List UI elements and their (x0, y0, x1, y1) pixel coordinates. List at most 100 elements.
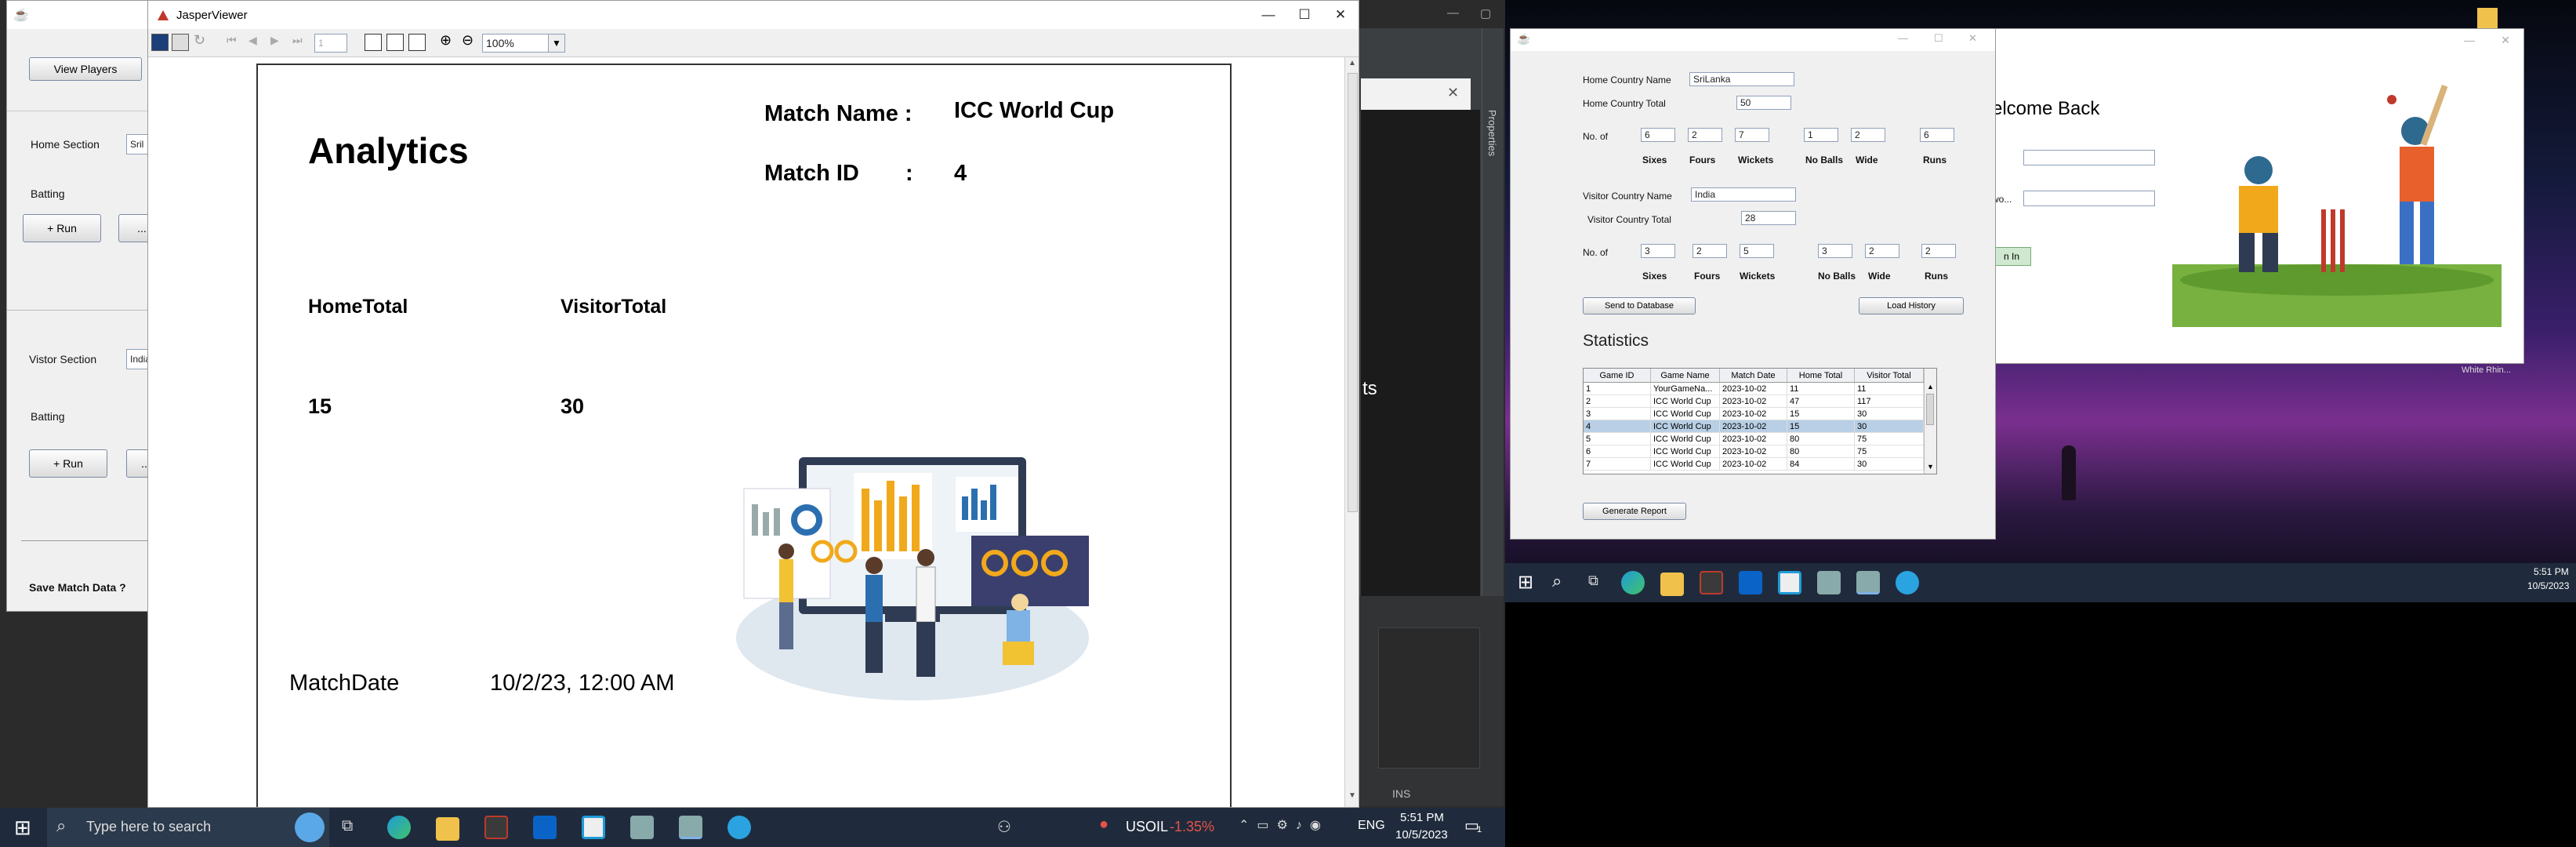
java-taskbar-icon-right-2[interactable] (1856, 571, 1880, 594)
java-taskbar-icon-2[interactable] (679, 816, 702, 839)
zoom-select[interactable]: 100% (482, 34, 551, 53)
taskbar-search-box[interactable]: ⌕ Type here to search (47, 808, 329, 847)
home-run-button[interactable]: + Run (23, 214, 101, 242)
login-sign-in-button[interactable]: n In (1992, 247, 2031, 266)
file-explorer-icon-right[interactable] (1660, 573, 1684, 596)
taskbar-date[interactable]: 10/5/2023 (1395, 828, 1448, 842)
search-icon-right[interactable]: ⌕ (1552, 571, 1562, 591)
table-row[interactable]: 5 ICC World Cup 2023-10-02 80 75 (1584, 433, 1924, 445)
home-sixes-input[interactable]: 6 (1641, 128, 1675, 142)
table-scroll-down-icon[interactable]: ▼ (1927, 463, 1934, 471)
home-fours-input[interactable]: 2 (1688, 128, 1722, 142)
visitor-wide-input[interactable]: 2 (1865, 244, 1899, 258)
zoom-dropdown-chevron-icon[interactable]: ▼ (548, 34, 565, 53)
stats-maximize-icon[interactable]: ☐ (1934, 32, 1943, 45)
visitor-run-button[interactable]: + Run (29, 449, 107, 478)
next-page-icon[interactable]: ▶ (270, 34, 279, 47)
desktop-file-icon[interactable] (2477, 8, 2498, 30)
close-icon[interactable]: ✕ (1322, 1, 1359, 29)
java-taskbar-icon-right[interactable] (1817, 571, 1841, 594)
visitor-country-total-input[interactable]: 28 (1741, 211, 1796, 225)
opera-icon-right[interactable] (1700, 571, 1723, 594)
windows-start-icon[interactable]: ⊞ (14, 816, 31, 840)
maximize-icon[interactable]: ☐ (1286, 1, 1322, 29)
taskbar-date-right[interactable]: 10/5/2023 (2527, 580, 2569, 591)
actual-size-icon[interactable] (365, 34, 382, 51)
desktop-icon-label[interactable]: White Rhin... (2462, 365, 2511, 375)
home-noballs-input[interactable]: 1 (1804, 128, 1838, 142)
task-view-icon-right[interactable]: ⧉ (1588, 573, 1598, 589)
java-taskbar-icon[interactable] (630, 816, 654, 839)
system-tray-icons[interactable]: ⌃▭⚙♪◉ (1239, 817, 1329, 833)
visitor-noballs-input[interactable]: 3 (1818, 244, 1852, 258)
table-row[interactable]: 6 ICC World Cup 2023-10-02 80 75 (1584, 445, 1924, 458)
vscode-icon[interactable] (533, 816, 557, 839)
ide-min[interactable]: — (1447, 6, 1459, 20)
home-country-total-input[interactable]: 50 (1736, 96, 1791, 110)
send-to-database-button[interactable]: Send to Database (1583, 297, 1696, 314)
netbeans-icon-right[interactable] (1778, 571, 1801, 594)
file-explorer-icon[interactable] (436, 817, 459, 841)
task-view-icon[interactable]: ⧉ (342, 817, 353, 835)
stock-name[interactable]: USOIL (1126, 819, 1168, 835)
edge-icon-right[interactable] (1621, 571, 1645, 594)
ide-dialog-close-icon[interactable]: ✕ (1447, 85, 1459, 101)
telegram-icon[interactable] (727, 816, 751, 839)
telegram-icon-right[interactable] (1896, 571, 1919, 594)
table-header-cell[interactable]: Home Total (1787, 369, 1855, 382)
visitor-wickets-input[interactable]: 5 (1740, 244, 1774, 258)
home-wide-input[interactable]: 2 (1851, 128, 1885, 142)
minimize-icon[interactable]: — (1250, 1, 1286, 29)
login-minimize-icon[interactable]: — (2451, 29, 2487, 51)
table-row[interactable]: 1 YourGameNa... 2023-10-02 11 11 (1584, 383, 1924, 395)
reload-icon[interactable]: ↻ (194, 32, 205, 49)
home-country-name-input[interactable]: SriLanka (1689, 72, 1794, 86)
stats-close-icon[interactable]: ✕ (1968, 32, 1977, 45)
generate-report-button[interactable]: Generate Report (1583, 503, 1686, 520)
table-scroll-thumb[interactable] (1926, 394, 1934, 425)
table-header-cell[interactable]: Match Date (1720, 369, 1787, 382)
home-wickets-input[interactable]: 7 (1735, 128, 1769, 142)
ide-max[interactable]: ▢ (1480, 6, 1491, 20)
language-indicator[interactable]: ENG (1358, 819, 1385, 833)
properties-tab[interactable]: Properties (1486, 110, 1498, 156)
login-close-icon[interactable]: ✕ (2487, 29, 2523, 51)
taskbar-time[interactable]: 5:51 PM (1400, 811, 1444, 824)
last-page-icon[interactable]: ⏭ (292, 34, 303, 47)
table-header-cell[interactable]: Game ID (1584, 369, 1651, 382)
table-row[interactable]: 4 ICC World Cup 2023-10-02 15 30 (1584, 420, 1924, 433)
zoom-out-icon[interactable]: ⊖ (462, 32, 473, 49)
netbeans-icon[interactable] (582, 816, 605, 839)
scroll-up-icon[interactable]: ▲ (1348, 59, 1356, 67)
table-scrollbar[interactable]: ▲ ▼ (1924, 369, 1936, 474)
edge-icon[interactable] (387, 816, 411, 839)
table-header-cell[interactable]: Game Name (1651, 369, 1720, 382)
prev-page-icon[interactable]: ◀ (249, 34, 257, 47)
vscode-icon-right[interactable] (1739, 571, 1762, 594)
print-icon[interactable] (172, 34, 189, 51)
login-username-input[interactable] (2023, 150, 2155, 165)
table-scroll-up-icon[interactable]: ▲ (1927, 383, 1934, 391)
visitor-runs-input[interactable]: 2 (1921, 244, 1956, 258)
visitor-sixes-input[interactable]: 3 (1641, 244, 1675, 258)
vertical-scrollbar[interactable]: ▲ ▼ (1344, 57, 1359, 807)
load-history-button[interactable]: Load History (1859, 297, 1964, 314)
stats-minimize-icon[interactable]: — (1898, 32, 1908, 44)
windows-start-icon-right[interactable]: ⊞ (1518, 571, 1533, 594)
scroll-thumb[interactable] (1348, 73, 1358, 512)
zoom-in-icon[interactable]: ⊕ (440, 32, 452, 49)
visitor-country-name-input[interactable]: India (1691, 187, 1796, 202)
scroll-down-icon[interactable]: ▼ (1348, 791, 1356, 800)
table-row[interactable]: 2 ICC World Cup 2023-10-02 47 117 (1584, 395, 1924, 408)
opera-icon[interactable] (484, 816, 508, 839)
fit-page-icon[interactable] (386, 34, 404, 51)
home-runs-input[interactable]: 6 (1920, 128, 1954, 142)
table-row[interactable]: 3 ICC World Cup 2023-10-02 15 30 (1584, 408, 1924, 420)
login-password-input[interactable] (2023, 191, 2155, 206)
page-number-input[interactable]: 1 (314, 34, 347, 53)
taskbar-time-right[interactable]: 5:51 PM (2534, 566, 2569, 577)
fit-width-icon[interactable] (408, 34, 426, 51)
table-header-cell[interactable]: Visitor Total (1855, 369, 1924, 382)
first-page-icon[interactable]: ⏮ (227, 34, 237, 47)
view-players-button[interactable]: View Players (29, 57, 142, 81)
